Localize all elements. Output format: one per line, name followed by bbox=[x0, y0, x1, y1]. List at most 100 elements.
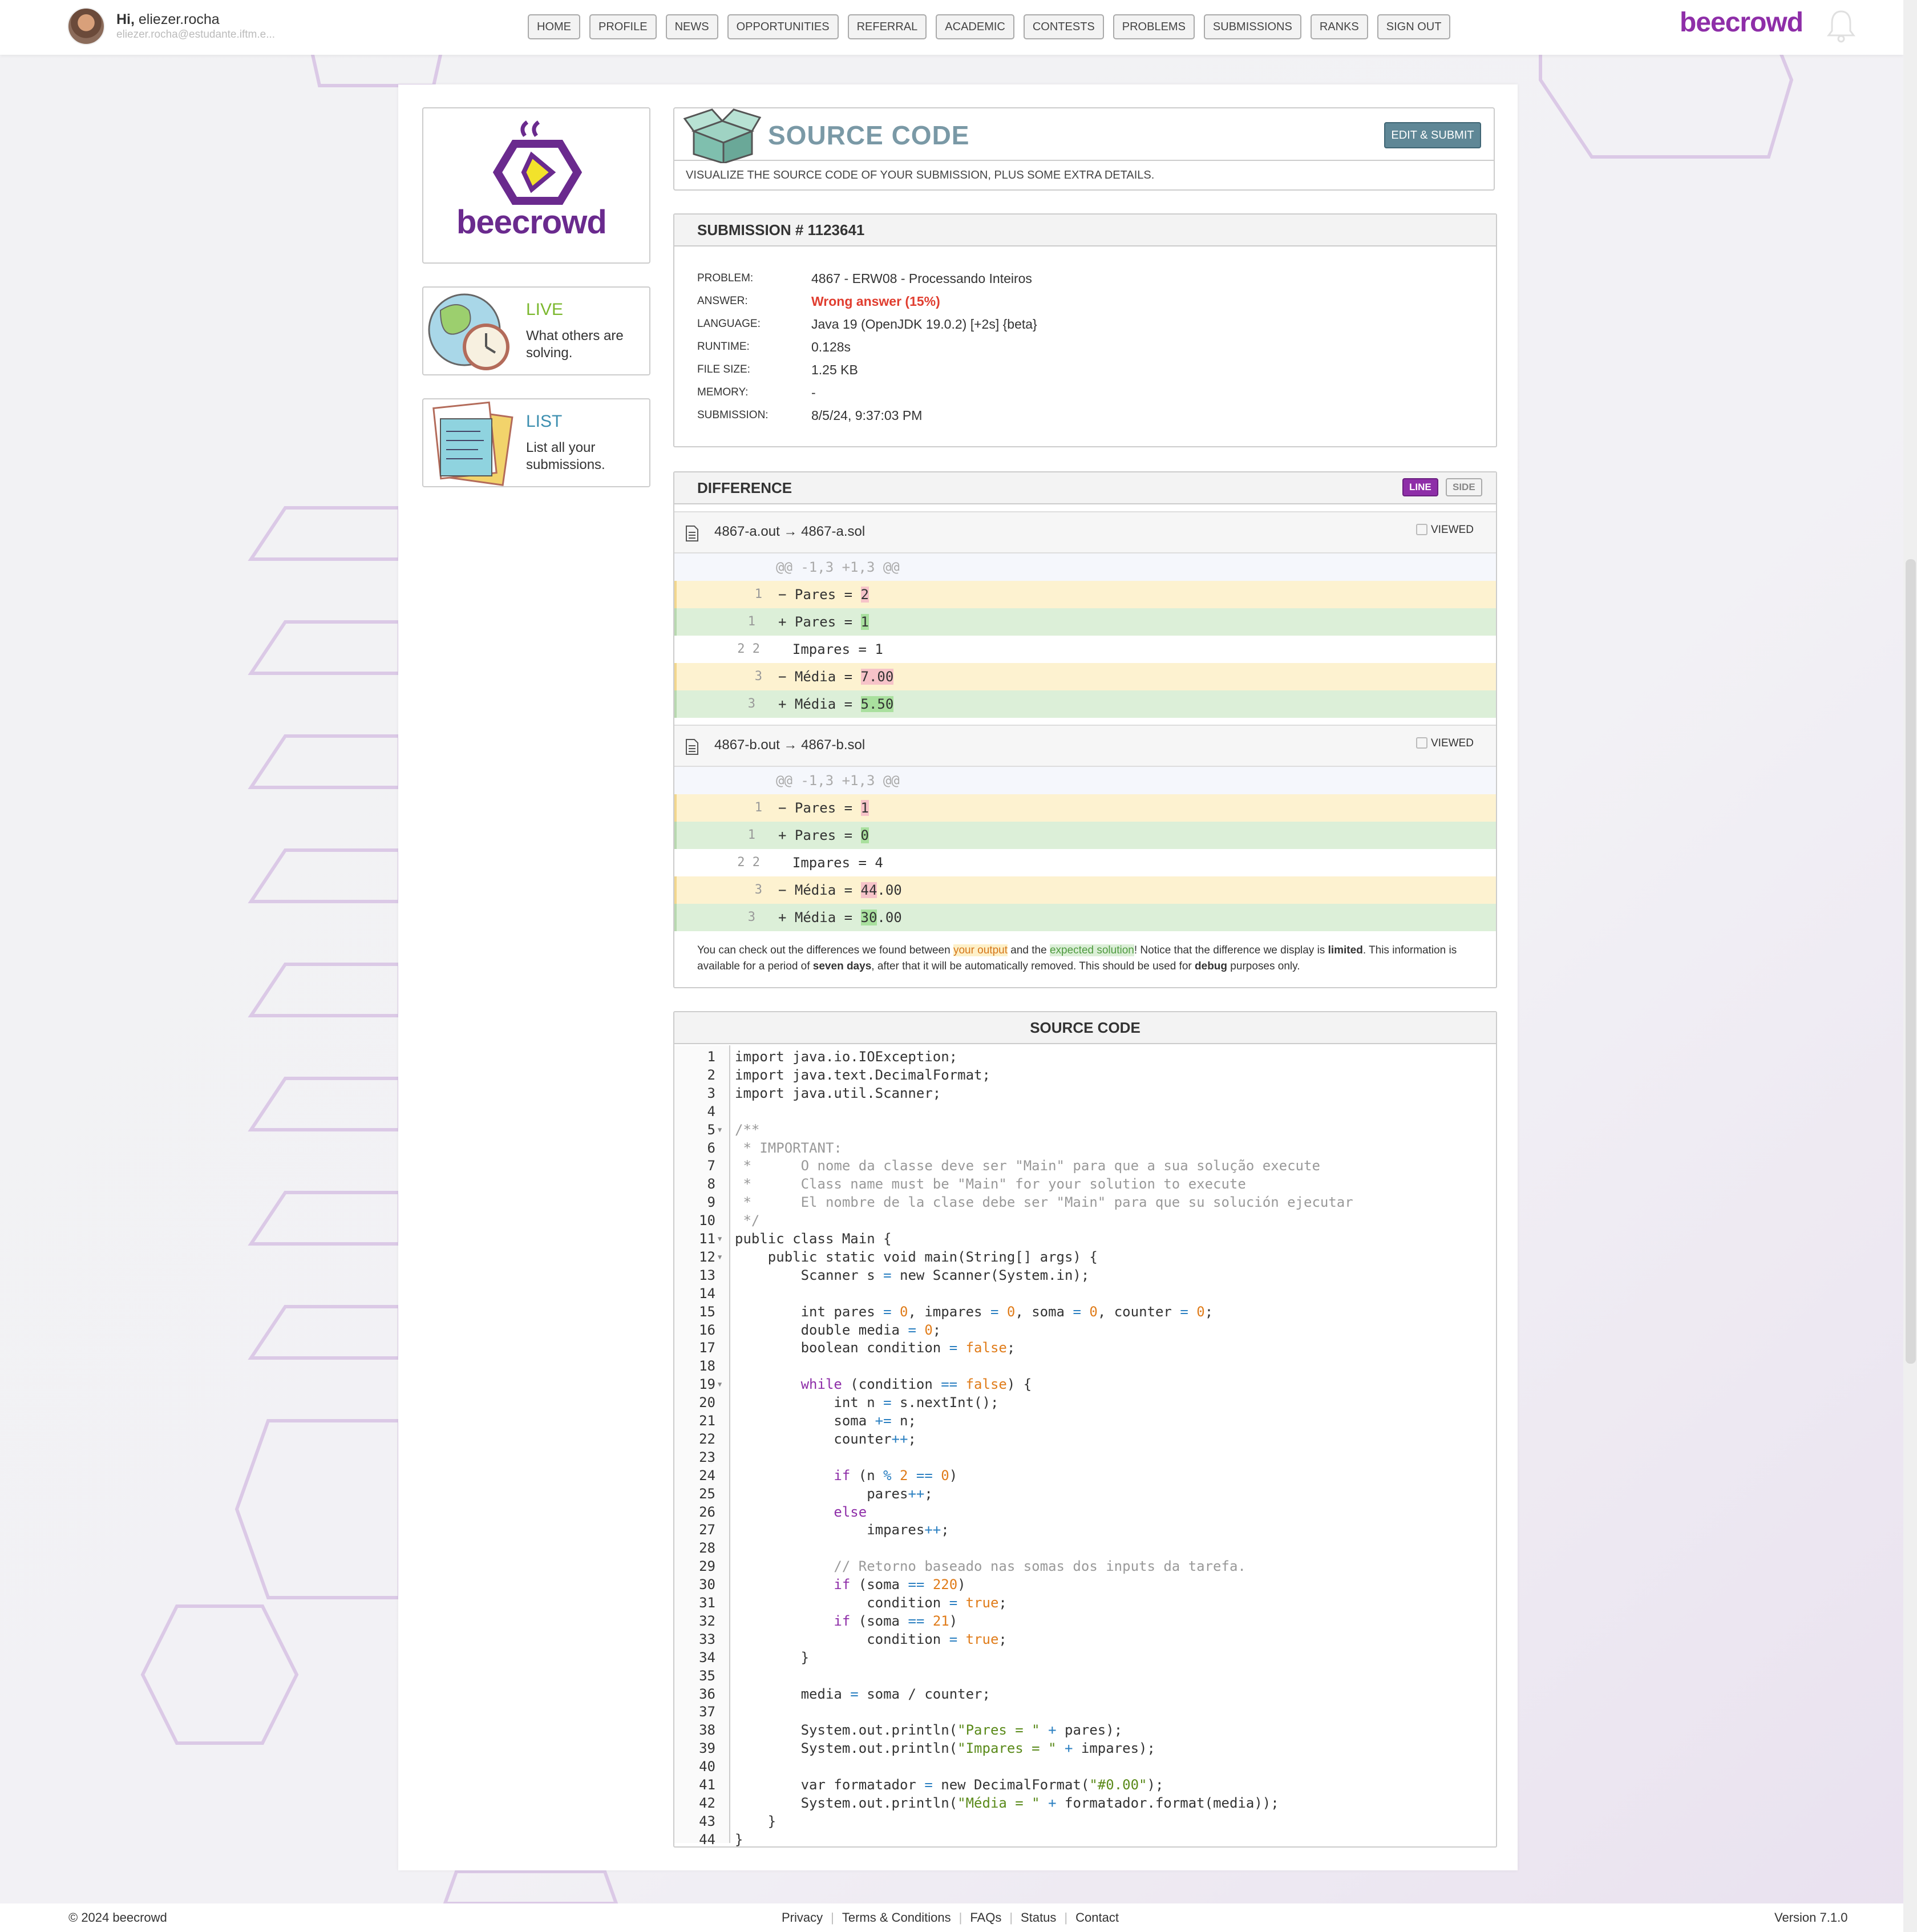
diff-highlight: 30 bbox=[860, 910, 877, 925]
diff-text-prefix: + Pares = bbox=[778, 827, 861, 843]
globe-clock-icon bbox=[428, 293, 509, 370]
code-line-text: * O nome da classe deve ser "Main" para … bbox=[735, 1158, 1320, 1174]
code-line-number: 24 bbox=[699, 1467, 715, 1484]
footer-link-terms[interactable]: Terms & Conditions bbox=[842, 1910, 951, 1925]
footer-link-faqs[interactable]: FAQs bbox=[970, 1910, 1001, 1925]
code-line: 26 else bbox=[674, 1503, 1496, 1521]
code-line: 21 soma += n; bbox=[674, 1412, 1496, 1430]
nav-profile-button[interactable]: PROFILE bbox=[589, 14, 657, 39]
footer-link-contact[interactable]: Contact bbox=[1075, 1910, 1119, 1925]
footer-link-status[interactable]: Status bbox=[1021, 1910, 1056, 1925]
greeting-prefix: Hi, bbox=[116, 11, 135, 27]
code-line-text: else bbox=[834, 1503, 867, 1520]
nav-opportunities-button[interactable]: OPPORTUNITIES bbox=[727, 14, 839, 39]
code-line-number: 31 bbox=[699, 1595, 715, 1611]
checkbox-icon[interactable] bbox=[1416, 524, 1427, 535]
viewed-label: VIEWED bbox=[1431, 737, 1474, 749]
papers-list-icon bbox=[432, 401, 513, 486]
nav-sign-out-button[interactable]: SIGN OUT bbox=[1377, 14, 1451, 39]
code-line-number: 22 bbox=[699, 1430, 715, 1447]
diff-highlight: 5.50 bbox=[860, 696, 894, 712]
code-line-number: 39 bbox=[699, 1740, 715, 1757]
sidebar-list-card[interactable]: LIST List all your submissions. bbox=[422, 398, 650, 487]
code-line-number: 11 bbox=[699, 1231, 715, 1247]
code-line-number: 1 bbox=[707, 1049, 715, 1065]
fold-arrow-icon[interactable]: ▼ bbox=[718, 1248, 722, 1266]
nav-ranks-button[interactable]: RANKS bbox=[1310, 14, 1368, 39]
code-line-text: condition = true; bbox=[735, 1595, 1007, 1611]
sidebar-logo-card[interactable]: beecrowd bbox=[422, 107, 650, 264]
code-line-number: 38 bbox=[699, 1722, 715, 1739]
nav-problems-button[interactable]: PROBLEMS bbox=[1113, 14, 1195, 39]
source-code-header-row: SOURCE CODE EDIT & SUBMIT bbox=[674, 108, 1494, 163]
answer-status: Wrong answer (15%) bbox=[811, 294, 940, 309]
note-text: ! Notice that the difference we display … bbox=[1134, 944, 1328, 956]
code-line: 24 if (n % 2 == 0) bbox=[674, 1466, 1496, 1485]
nav-news-button[interactable]: NEWS bbox=[665, 14, 718, 39]
diff-highlight: 1 bbox=[860, 800, 869, 816]
edit-submit-button[interactable]: EDIT & SUBMIT bbox=[1384, 122, 1481, 148]
live-card-title: LIVE bbox=[526, 300, 564, 319]
code-line-number: 4 bbox=[707, 1103, 715, 1119]
fold-arrow-icon[interactable]: ▼ bbox=[718, 1375, 722, 1393]
code-line-number: 34 bbox=[699, 1649, 715, 1666]
viewed-checkbox[interactable]: VIEWED bbox=[1416, 737, 1474, 750]
username: eliezer.rocha bbox=[138, 11, 220, 27]
nav-contests-button[interactable]: CONTESTS bbox=[1023, 14, 1104, 39]
diff-file-name: 4867-a.out → 4867-a.sol bbox=[714, 524, 866, 539]
language-value: Java 19 (OpenJDK 19.0.2) [+2s] {beta} bbox=[811, 317, 1037, 332]
code-line: 22 counter++; bbox=[674, 1430, 1496, 1448]
detail-label: SUBMISSION: bbox=[697, 409, 769, 421]
nav-home-button[interactable]: HOME bbox=[528, 14, 580, 39]
diff-line-text: − Pares = 1 bbox=[778, 794, 869, 822]
code-line: 12 ▼ public static void main(String[] arg… bbox=[674, 1248, 1496, 1266]
sidebar-live-card[interactable]: LIVE What others are solving. bbox=[422, 286, 650, 375]
diff-highlight: 44 bbox=[860, 882, 877, 898]
list-card-title: LIST bbox=[526, 412, 563, 431]
code-line-text: if (soma == 21) bbox=[834, 1612, 958, 1629]
code-line-number: 12 bbox=[699, 1248, 715, 1265]
diff-highlight: 2 bbox=[860, 587, 869, 603]
code-line-number: 10 bbox=[699, 1212, 715, 1229]
brand-logo[interactable]: beecrowd bbox=[1680, 7, 1803, 38]
user-greeting[interactable]: Hi, eliezer.rocha bbox=[116, 11, 220, 28]
diff-line-text: Impares = 4 bbox=[776, 855, 883, 871]
diff-line-ctx: 2 2 Impares = 1 bbox=[674, 636, 1496, 663]
avatar[interactable] bbox=[67, 7, 105, 45]
bell-icon[interactable] bbox=[1826, 8, 1857, 45]
scrollbar-thumb[interactable] bbox=[1906, 559, 1916, 1364]
code-line: 8 * Class name must be "Main" for your s… bbox=[674, 1175, 1496, 1193]
difference-card: DIFFERENCE LINE SIDE 4867-a.out → 4867-a… bbox=[673, 471, 1497, 988]
code-line: 36 media = soma / counter; bbox=[674, 1685, 1496, 1703]
diff-line-hunk: @@ -1,3 +1,3 @@ bbox=[674, 767, 1496, 794]
note-limited: limited bbox=[1328, 944, 1363, 956]
problem-link[interactable]: 4867 - ERW08 - Processando Inteiros bbox=[811, 268, 1032, 289]
diff-line-number: 1 bbox=[747, 828, 755, 842]
nav-referral-button[interactable]: REFERRAL bbox=[847, 14, 927, 39]
diff-line-toggle[interactable]: LINE bbox=[1402, 478, 1438, 496]
beecrowd-logo-icon bbox=[492, 120, 583, 205]
code-line-text: */ bbox=[735, 1212, 760, 1229]
nav-submissions-button[interactable]: SUBMISSIONS bbox=[1203, 14, 1301, 39]
nav-academic-button[interactable]: ACADEMIC bbox=[936, 14, 1014, 39]
diff-line-text: − Média = 7.00 bbox=[778, 663, 894, 690]
viewed-label: VIEWED bbox=[1431, 524, 1474, 536]
viewed-checkbox[interactable]: VIEWED bbox=[1416, 524, 1474, 536]
code-line-text: Scanner s = new Scanner(System.in); bbox=[735, 1267, 1090, 1283]
diff-line-hunk: @@ -1,3 +1,3 @@ bbox=[674, 553, 1496, 581]
code-line-text: * Class name must be "Main" for your sol… bbox=[735, 1176, 1246, 1193]
fold-arrow-icon[interactable]: ▼ bbox=[718, 1121, 722, 1139]
diff-line-text: + Pares = 0 bbox=[778, 822, 869, 849]
diff-side-toggle[interactable]: SIDE bbox=[1446, 478, 1482, 496]
fold-arrow-icon[interactable]: ▼ bbox=[718, 1230, 722, 1248]
page-title: SOURCE CODE bbox=[768, 120, 970, 150]
code-line-text: impares++; bbox=[735, 1522, 949, 1538]
code-line-text: System.out.println("Impares = " + impare… bbox=[735, 1740, 1155, 1757]
filesize-value: 1.25 KB bbox=[811, 362, 858, 377]
code-line: 40 bbox=[674, 1757, 1496, 1776]
footer-link-privacy[interactable]: Privacy bbox=[782, 1910, 823, 1925]
detail-label: RUNTIME: bbox=[697, 341, 750, 353]
checkbox-icon[interactable] bbox=[1416, 737, 1427, 749]
diff-text-suffix: .00 bbox=[877, 910, 902, 925]
code-line: 27 impares++; bbox=[674, 1521, 1496, 1539]
